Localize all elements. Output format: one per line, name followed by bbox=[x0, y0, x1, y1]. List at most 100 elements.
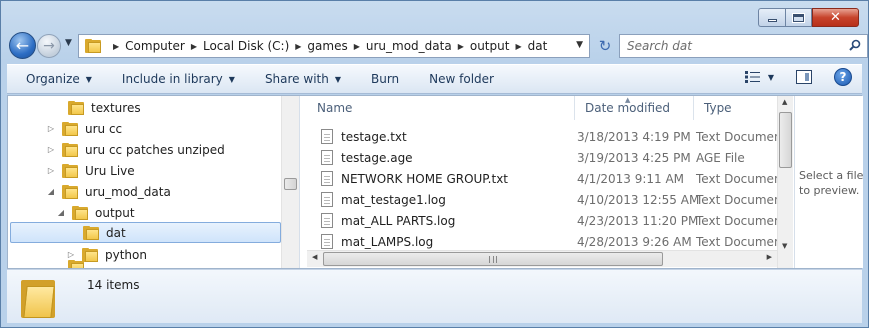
file-row[interactable]: testage.age 3/19/2013 4:25 PM AGE File bbox=[307, 147, 777, 168]
explorer-window: ✕ ← → ▼ ▶ Computer ▶ Local Disk (C:) ▶ g… bbox=[0, 0, 869, 328]
file-type: AGE File bbox=[696, 150, 745, 165]
file-date: 4/28/2013 9:26 AM bbox=[577, 234, 692, 249]
tree-item-uru-cc-patches[interactable]: ▷ uru cc patches unziped bbox=[46, 139, 225, 160]
horizontal-scrollbar[interactable]: ◀ ▶ bbox=[307, 250, 777, 267]
expand-arrow-icon[interactable]: ▷ bbox=[66, 250, 76, 259]
navigation-pane: textures ▷ uru cc ▷ uru cc patches unzip… bbox=[8, 96, 300, 268]
breadcrumb-separator-icon[interactable]: ▶ bbox=[354, 42, 360, 51]
tree-item-partial bbox=[52, 260, 91, 268]
folder-icon bbox=[82, 247, 98, 262]
file-type: Text Document bbox=[696, 192, 777, 207]
refresh-icon[interactable]: ↻ bbox=[595, 37, 615, 55]
file-row[interactable]: NETWORK HOME GROUP.txt 4/1/2013 9:11 AM … bbox=[307, 168, 777, 189]
help-icon[interactable]: ? bbox=[834, 68, 852, 86]
share-with-menu[interactable]: Share with ▼ bbox=[245, 67, 351, 91]
vertical-scrollbar[interactable]: ▲ ▼ bbox=[777, 96, 793, 268]
file-row[interactable]: testage.txt 3/18/2013 4:19 PM Text Docum… bbox=[307, 126, 777, 147]
navigation-scrollbar[interactable] bbox=[281, 96, 299, 268]
tree-item-label: Uru Live bbox=[85, 163, 135, 178]
minimize-button[interactable] bbox=[758, 8, 785, 27]
file-list: Name ▲ Date modified Type testage.txt 3/… bbox=[307, 96, 793, 268]
scrollbar-thumb[interactable] bbox=[779, 112, 792, 168]
column-headers: Name ▲ Date modified Type bbox=[307, 96, 777, 120]
breadcrumb-local-disk[interactable]: Local Disk (C:) bbox=[203, 39, 289, 53]
tree-item-label: python bbox=[105, 247, 147, 262]
new-folder-label: New folder bbox=[429, 72, 494, 86]
file-name: mat_testage1.log bbox=[341, 192, 446, 207]
column-header-name[interactable]: Name bbox=[307, 96, 575, 120]
scroll-up-icon[interactable]: ▲ bbox=[782, 98, 787, 106]
breadcrumb-games[interactable]: games bbox=[307, 39, 347, 53]
tree-item-uru-cc[interactable]: ▷ uru cc bbox=[46, 118, 122, 139]
expand-arrow-icon[interactable]: ▷ bbox=[46, 124, 56, 133]
scrollbar-thumb[interactable] bbox=[323, 252, 663, 266]
scrollbar-thumb[interactable] bbox=[284, 178, 297, 190]
file-date: 4/10/2013 12:55 AM bbox=[577, 192, 700, 207]
back-button[interactable]: ← bbox=[9, 32, 36, 59]
folder-icon bbox=[68, 260, 84, 268]
file-row[interactable]: mat_ALL PARTS.log 4/23/2013 11:20 PM Tex… bbox=[307, 210, 777, 231]
tree-item-output[interactable]: ◢ output bbox=[56, 202, 135, 223]
expand-arrow-icon[interactable]: ▷ bbox=[46, 145, 56, 154]
file-date: 4/23/2013 11:20 PM bbox=[577, 213, 699, 228]
item-count: 14 items bbox=[87, 278, 140, 292]
breadcrumb-separator-icon[interactable]: ▶ bbox=[515, 42, 521, 51]
file-date: 3/18/2013 4:19 PM bbox=[577, 129, 691, 144]
organize-menu[interactable]: Organize ▼ bbox=[7, 67, 102, 91]
recent-pages-dropdown[interactable]: ▼ bbox=[65, 38, 72, 48]
tree-item-label: dat bbox=[106, 225, 126, 240]
close-button[interactable]: ✕ bbox=[812, 8, 859, 27]
file-row[interactable]: mat_LAMPS.log 4/28/2013 9:26 AM Text Doc… bbox=[307, 231, 777, 252]
text-file-icon bbox=[321, 192, 333, 207]
views-icon[interactable] bbox=[744, 70, 762, 84]
scroll-right-icon[interactable]: ▶ bbox=[767, 253, 772, 261]
forward-button[interactable]: → bbox=[37, 34, 61, 58]
scroll-down-icon[interactable]: ▼ bbox=[782, 242, 787, 250]
new-folder-button[interactable]: New folder bbox=[409, 67, 504, 91]
burn-button[interactable]: Burn bbox=[351, 67, 409, 91]
expand-arrow-icon[interactable]: ▷ bbox=[46, 166, 56, 175]
breadcrumb-separator-icon[interactable]: ▶ bbox=[113, 42, 119, 51]
column-header-label: Type bbox=[704, 101, 732, 115]
folder-icon bbox=[62, 184, 78, 199]
breadcrumb-output[interactable]: output bbox=[470, 39, 510, 53]
search-icon[interactable] bbox=[849, 39, 861, 51]
breadcrumb-dat[interactable]: dat bbox=[528, 39, 548, 53]
breadcrumb-computer[interactable]: Computer bbox=[125, 39, 185, 53]
command-bar: Organize ▼ Include in library ▼ Share with… bbox=[7, 64, 862, 94]
tree-item-uru-mod-data[interactable]: ◢ uru_mod_data bbox=[46, 181, 171, 202]
folder-icon bbox=[21, 278, 55, 320]
address-bar[interactable]: ▶ Computer ▶ Local Disk (C:) ▶ games ▶ u… bbox=[78, 34, 590, 58]
preview-pane: Select a file to preview. bbox=[794, 96, 863, 268]
breadcrumb-separator-icon[interactable]: ▶ bbox=[295, 42, 301, 51]
address-dropdown-icon[interactable]: ▼ bbox=[576, 40, 583, 50]
preview-pane-icon[interactable] bbox=[796, 70, 812, 84]
tree-item-uru-live[interactable]: ▷ Uru Live bbox=[46, 160, 135, 181]
scroll-left-icon[interactable]: ◀ bbox=[312, 253, 317, 261]
collapse-arrow-icon[interactable]: ◢ bbox=[46, 187, 56, 196]
breadcrumb-separator-icon[interactable]: ▶ bbox=[191, 42, 197, 51]
navigation-row: ← → ▼ ▶ Computer ▶ Local Disk (C:) ▶ gam… bbox=[7, 31, 868, 59]
maximize-button[interactable] bbox=[785, 8, 812, 27]
column-header-date-modified[interactable]: ▲ Date modified bbox=[575, 96, 694, 120]
breadcrumb-separator-icon[interactable]: ▶ bbox=[458, 42, 464, 51]
minimize-icon bbox=[767, 18, 777, 22]
include-in-library-menu[interactable]: Include in library ▼ bbox=[102, 67, 245, 91]
file-name: mat_ALL PARTS.log bbox=[341, 213, 456, 228]
text-file-icon bbox=[321, 129, 333, 144]
chevron-down-icon: ▼ bbox=[228, 74, 235, 84]
chevron-down-icon[interactable]: ▼ bbox=[768, 73, 774, 82]
file-icon bbox=[321, 150, 333, 165]
sort-ascending-icon: ▲ bbox=[625, 96, 631, 104]
tree-item-textures[interactable]: textures bbox=[52, 97, 141, 118]
collapse-arrow-icon[interactable]: ◢ bbox=[56, 208, 66, 217]
file-name: mat_LAMPS.log bbox=[341, 234, 434, 249]
file-type: Text Document bbox=[696, 171, 777, 186]
column-header-type[interactable]: Type bbox=[694, 96, 777, 120]
back-arrow-icon: ← bbox=[15, 36, 30, 55]
file-row[interactable]: mat_testage1.log 4/10/2013 12:55 AM Text… bbox=[307, 189, 777, 210]
breadcrumb-uru-mod-data[interactable]: uru_mod_data bbox=[366, 39, 452, 53]
content-area: textures ▷ uru cc ▷ uru cc patches unzip… bbox=[7, 95, 863, 269]
search-input[interactable] bbox=[620, 35, 835, 57]
tree-item-dat[interactable]: dat bbox=[10, 222, 281, 243]
